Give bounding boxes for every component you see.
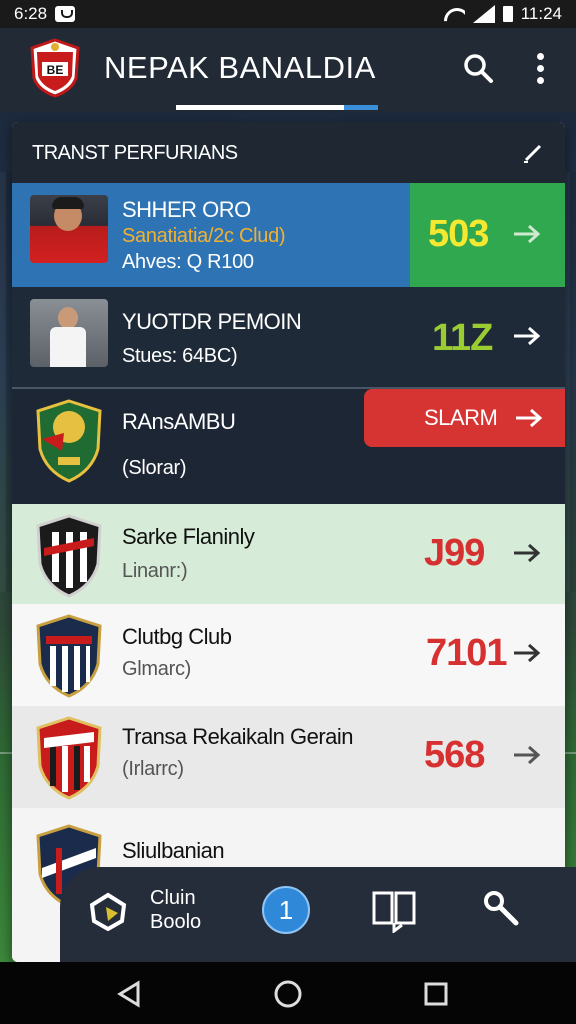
app-bar: BE NEPAK BANALDIA — [0, 28, 576, 112]
arrow-right-icon[interactable] — [512, 223, 542, 245]
bottom-nav-label[interactable]: Cluin Boolo — [150, 886, 201, 934]
club-value: 7101 — [426, 632, 508, 674]
book-icon[interactable] — [372, 889, 416, 933]
club-status: (Irlarrc) — [122, 758, 184, 780]
arrow-right-icon[interactable] — [512, 744, 542, 766]
notification-icon — [55, 6, 76, 22]
player-value: 11Z — [432, 317, 493, 359]
card-title: TRANST PERFURIANS — [32, 142, 238, 164]
tab-indicator-accent — [344, 105, 378, 110]
player-club: Sanatiatia/2c Clud) — [122, 225, 286, 247]
arrow-right-icon[interactable] — [512, 642, 542, 664]
club-status: (Slorar) — [122, 457, 187, 479]
player-value: 503 — [428, 213, 489, 255]
tools-icon[interactable] — [482, 889, 522, 929]
list-item[interactable]: Transa Rekaikaln Gerain (Irlarrc) 568 — [12, 706, 565, 808]
battery-icon — [502, 6, 513, 22]
player-stat: Stues: 64BC) — [122, 345, 238, 367]
club-crest — [36, 514, 102, 598]
player-photo — [30, 299, 108, 367]
club-name: Transa Rekaikaln Gerain — [122, 724, 354, 749]
home-icon[interactable] — [273, 979, 303, 1009]
edit-icon[interactable] — [522, 142, 544, 164]
club-value: 568 — [424, 734, 485, 776]
club-name: RAnsAMBU — [122, 409, 236, 434]
club-name: Clutbg Club — [122, 624, 232, 649]
system-navigation-bar — [0, 962, 576, 1024]
arrow-right-icon[interactable] — [512, 542, 542, 564]
notification-badge[interactable]: 1 — [262, 886, 310, 934]
recents-icon[interactable] — [423, 981, 449, 1007]
list-item[interactable]: SHHER ORO Sanatiatia/2c Clud) Ahves: Q R… — [12, 183, 565, 287]
club-crest — [36, 614, 102, 698]
arrow-right-icon[interactable] — [512, 325, 542, 347]
bottom-nav-label-line2: Boolo — [150, 911, 202, 933]
card-header: TRANST PERFURIANS — [12, 122, 565, 183]
bottom-navigation: Cluin Boolo — [60, 867, 576, 962]
search-icon[interactable] — [462, 52, 494, 84]
alarm-button[interactable]: SLARM — [364, 389, 565, 447]
list-item[interactable]: Sarke Flaninly Linanr:) J99 — [12, 504, 565, 604]
transfer-card: TRANST PERFURIANS SHHER ORO Sanatiatia/2… — [12, 122, 565, 962]
wifi-icon — [443, 6, 465, 22]
more-options-icon[interactable] — [528, 50, 552, 86]
arrow-right-icon — [516, 408, 543, 428]
status-time-right: 11:24 — [520, 4, 562, 23]
club-crest — [36, 716, 102, 800]
tab-indicator — [176, 105, 344, 110]
list-item[interactable]: YUOTDR PEMOIN Stues: 64BC) 11Z — [12, 287, 565, 387]
club-name: Sarke Flaninly — [122, 524, 255, 549]
list-item[interactable]: Clutbg Club Glmarc) 7101 — [12, 604, 565, 706]
player-stat: Ahves: Q R100 — [122, 251, 254, 273]
club-value: J99 — [424, 532, 485, 574]
player-photo — [30, 195, 108, 263]
player-name: SHHER ORO — [122, 197, 251, 222]
club-crest-logo[interactable]: BE — [28, 38, 82, 98]
list-item[interactable]: RAnsAMBU (Slorar) SLARM — [12, 389, 565, 504]
club-nav-icon[interactable] — [88, 891, 128, 931]
bottom-nav-label-line1: Cluin — [150, 887, 196, 909]
app-title: NEPAK BANALDIA — [104, 50, 376, 85]
club-status: Linanr:) — [122, 560, 188, 582]
status-time-left: 6:28 — [14, 4, 48, 23]
alarm-button-label: SLARM — [424, 405, 498, 430]
logo-text: BE — [47, 63, 64, 77]
status-bar: 6:28 11:24 — [0, 0, 576, 28]
club-status: Glmarc) — [122, 658, 192, 680]
back-icon[interactable] — [116, 980, 144, 1008]
club-crest — [36, 399, 102, 483]
club-name: Sliulbanian — [122, 838, 225, 863]
player-name: YUOTDR PEMOIN — [122, 309, 302, 334]
signal-icon — [472, 5, 495, 23]
